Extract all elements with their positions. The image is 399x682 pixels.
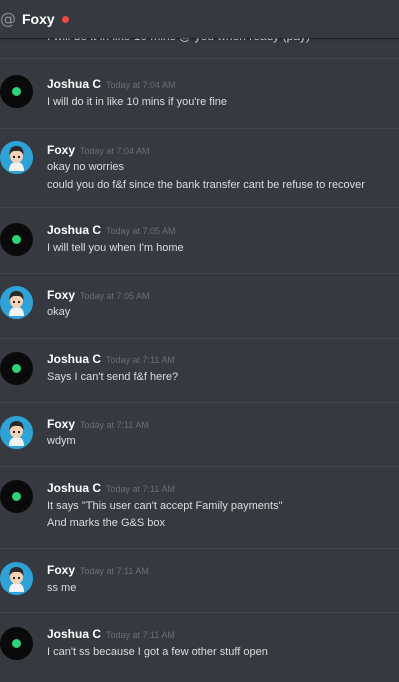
foxy-avatar-icon bbox=[0, 286, 33, 319]
message-list[interactable]: Joshua C Today at 7:04 AM I will do it i… bbox=[0, 0, 399, 682]
foxy-avatar-icon bbox=[0, 562, 33, 595]
message-author[interactable]: Foxy bbox=[47, 563, 75, 577]
message-divider bbox=[0, 128, 399, 129]
dm-recipient-name[interactable]: Foxy bbox=[22, 11, 55, 27]
message-divider bbox=[0, 612, 399, 613]
green-dot-avatar[interactable] bbox=[0, 627, 33, 660]
message-text: I will do it in like 10 mins if you're f… bbox=[47, 96, 228, 108]
message-author[interactable]: Foxy bbox=[47, 288, 75, 302]
message-text: I will tell you when I'm home bbox=[47, 242, 184, 254]
message-text: It says "This user can't accept Family p… bbox=[47, 500, 283, 512]
message-text: I can't ss because I got a few other stu… bbox=[47, 646, 268, 658]
message-divider bbox=[0, 273, 399, 274]
message-author[interactable]: Joshua C bbox=[47, 223, 101, 237]
message-timestamp: Today at 7:11 AM bbox=[80, 566, 149, 576]
message-text: ss me bbox=[47, 582, 77, 594]
message-header: Joshua C Today at 7:11 AM bbox=[47, 627, 175, 641]
message-author[interactable]: Joshua C bbox=[47, 77, 101, 91]
message-author[interactable]: Joshua C bbox=[47, 627, 101, 641]
message-author[interactable]: Foxy bbox=[47, 143, 75, 157]
green-dot-avatar[interactable] bbox=[0, 352, 33, 385]
message-timestamp: Today at 7:04 AM bbox=[106, 80, 176, 90]
message-author[interactable]: Foxy bbox=[47, 417, 75, 431]
message-timestamp: Today at 7:11 AM bbox=[106, 484, 175, 494]
message-header: Joshua C Today at 7:05 AM bbox=[47, 223, 176, 237]
message-timestamp: Today at 7:05 AM bbox=[106, 226, 176, 236]
green-dot-avatar[interactable] bbox=[0, 223, 33, 256]
foxy-avatar-icon bbox=[0, 141, 33, 174]
message-divider bbox=[0, 58, 399, 59]
green-dot-avatar[interactable] bbox=[0, 480, 33, 513]
at-icon: @ bbox=[0, 9, 16, 28]
message-text: And marks the G&S box bbox=[47, 517, 165, 529]
message-timestamp: Today at 7:11 AM bbox=[106, 355, 175, 365]
message-divider bbox=[0, 338, 399, 339]
message-text: Says I can't send f&f here? bbox=[47, 371, 179, 383]
foxy-avatar[interactable] bbox=[0, 141, 33, 174]
message-timestamp: Today at 7:04 AM bbox=[80, 146, 150, 156]
message-divider bbox=[0, 402, 399, 403]
foxy-avatar[interactable] bbox=[0, 562, 33, 595]
message-text: wdym bbox=[47, 435, 76, 447]
message-author[interactable]: Joshua C bbox=[47, 481, 101, 495]
message-timestamp: Today at 7:05 AM bbox=[80, 291, 150, 301]
avatar-dot bbox=[12, 364, 21, 373]
foxy-avatar[interactable] bbox=[0, 286, 33, 319]
message-divider bbox=[0, 548, 399, 549]
green-dot-avatar[interactable] bbox=[0, 75, 33, 108]
message-header: Foxy Today at 7:11 AM bbox=[47, 563, 149, 577]
message-text: okay no worries bbox=[47, 161, 125, 173]
avatar-dot bbox=[12, 87, 21, 96]
message-divider bbox=[0, 207, 399, 208]
message-header: Foxy Today at 7:11 AM bbox=[47, 417, 149, 431]
message-author[interactable]: Joshua C bbox=[47, 352, 101, 366]
message-text: okay bbox=[47, 306, 71, 318]
foxy-avatar[interactable] bbox=[0, 416, 33, 449]
status-dot-icon bbox=[61, 15, 69, 23]
message-header: Foxy Today at 7:04 AM bbox=[47, 143, 150, 157]
dm-header: @ Foxy bbox=[0, 0, 399, 38]
dm-window: I will do it in like 10 mins @ you when … bbox=[0, 0, 399, 682]
message-header: Joshua C Today at 7:11 AM bbox=[47, 352, 175, 366]
foxy-avatar-icon bbox=[0, 416, 33, 449]
message-header: Foxy Today at 7:05 AM bbox=[47, 288, 150, 302]
message-text: could you do f&f since the bank transfer… bbox=[47, 179, 365, 191]
message-header: Joshua C Today at 7:11 AM bbox=[47, 481, 175, 495]
message-timestamp: Today at 7:11 AM bbox=[80, 420, 149, 430]
message-divider bbox=[0, 466, 399, 467]
avatar-dot bbox=[12, 639, 21, 648]
message-timestamp: Today at 7:11 AM bbox=[106, 630, 175, 640]
avatar-dot bbox=[12, 235, 21, 244]
message-header: Joshua C Today at 7:04 AM bbox=[47, 77, 176, 91]
avatar-dot bbox=[12, 492, 21, 501]
